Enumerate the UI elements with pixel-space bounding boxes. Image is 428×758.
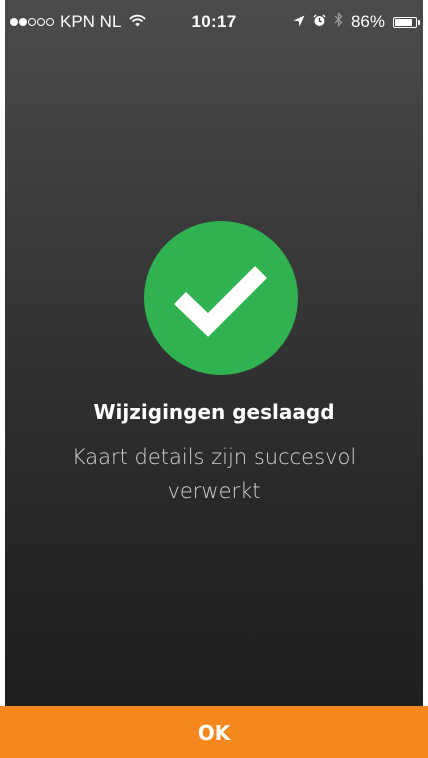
location-arrow-icon [293, 12, 305, 32]
success-screen: KPN NL 10:17 86% Wijzigingen geslaagd Ka… [0, 0, 428, 758]
ok-button[interactable]: OK [0, 706, 428, 758]
success-message: Kaart details zijn succesvol verwerkt [71, 445, 357, 503]
battery-percentage: 86% [350, 12, 385, 31]
status-bar: KPN NL 10:17 86% [0, 0, 428, 42]
alarm-clock-icon [313, 12, 326, 32]
checkmark-icon [144, 221, 298, 375]
success-title: Wijzigingen geslaagd [93, 400, 335, 424]
frame-border-right [423, 0, 428, 758]
bluetooth-icon [334, 11, 343, 32]
status-right: 86% [293, 11, 420, 32]
frame-border-left [0, 0, 5, 758]
battery-icon [393, 16, 420, 28]
